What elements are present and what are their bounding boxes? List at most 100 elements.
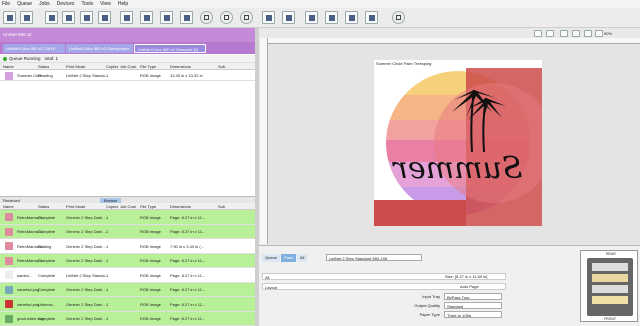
cell-copies: 1 — [106, 243, 109, 249]
cell-mode: Generic 2 Step Dark ... — [66, 287, 107, 293]
cell-status: Complete — [38, 287, 56, 293]
table-row[interactable]: rainefod.png Complete Generic 2 Step Dark … — [0, 282, 255, 297]
send-icon[interactable] — [140, 11, 153, 24]
tab-cmyk[interactable]: UniNet iColor 560 x2 CMYK — [3, 44, 65, 53]
queue-status-bar: Queue Running total: 1 — [0, 55, 255, 63]
column-file-type[interactable]: File Type — [140, 204, 156, 209]
table-row[interactable]: rainefod.png Unknow... Generic 2 Step Dark… — [0, 297, 255, 312]
column-print-mode[interactable]: Print Mode — [66, 204, 85, 209]
zoom-icon[interactable] — [365, 11, 378, 24]
preview-tool-4-icon[interactable] — [572, 30, 580, 37]
all-label: All — [265, 275, 270, 280]
zoom-level[interactable]: 90% — [604, 31, 612, 36]
cell-type: RGB Image — [140, 214, 161, 220]
column-name[interactable]: Name — [3, 204, 14, 209]
menu-tools[interactable]: Tools — [81, 1, 93, 7]
tab-overprint[interactable]: UniNet iColor 560 x2 Overprint [1] — [134, 44, 206, 53]
properties-icon[interactable] — [305, 11, 318, 24]
column-job-cost[interactable]: Job Cost — [120, 204, 136, 209]
column-job-cost[interactable]: Job Cost — [120, 64, 136, 69]
cell-type: RGB Image — [140, 73, 161, 78]
artwork-word: Summer — [392, 151, 523, 186]
column-status[interactable]: Status — [38, 64, 49, 69]
column-dimensions[interactable]: Dimensions — [170, 64, 191, 69]
preview-tool-3-icon[interactable] — [560, 30, 568, 37]
open-icon[interactable] — [3, 11, 16, 24]
table-row[interactable]: sambo... Complete UniNet 2 Step Standa... 1… — [0, 268, 255, 283]
cell-dims: 7.90 in x 3.43 in (... — [170, 243, 205, 249]
artwork-image[interactable]: Summer — [374, 60, 542, 226]
cell-type: RGB Image — [140, 258, 161, 264]
cell-type: RGB Image — [140, 272, 161, 278]
input-tray-select[interactable]: ByPass Tray — [444, 293, 502, 300]
column-file-type[interactable]: File Type — [140, 64, 156, 69]
paper-type-select[interactable]: Thick to 105g — [444, 311, 502, 318]
help-icon[interactable] — [392, 11, 405, 24]
column-sub[interactable]: Sub — [218, 204, 225, 209]
page-size: Size: [8.27 in x 11.69 in] — [445, 274, 488, 279]
printer-icon[interactable] — [325, 11, 338, 24]
cell-dims: Page: 8.27 in x 11... — [170, 272, 206, 278]
tab-all[interactable]: All — [296, 254, 308, 262]
stop-icon[interactable] — [220, 11, 233, 24]
column-copies[interactable]: Copies — [106, 64, 118, 69]
menu-devices[interactable]: Devices — [57, 1, 75, 7]
table-row[interactable]: Summer Circl... Pending UniNet 2 Step Stan… — [0, 70, 255, 81]
cell-dims: Page: 8.27 in x 11... — [170, 214, 206, 220]
cell-name: rainefod.png — [17, 287, 40, 293]
table-row[interactable]: good.witee.svg Complete Generic 2 Step Dar… — [0, 311, 255, 326]
print-mode-select[interactable]: UniNet 2 Step Standard 560-156 — [326, 254, 422, 261]
tab-queue[interactable]: Queue — [262, 254, 281, 262]
pause-icon[interactable] — [160, 11, 173, 24]
cancel-icon[interactable] — [240, 11, 253, 24]
queue-status-label: Queue Running — [9, 56, 41, 61]
preview-tool-2-icon[interactable] — [546, 30, 554, 37]
delete-icon[interactable] — [200, 11, 213, 24]
duplicate-icon[interactable] — [98, 11, 111, 24]
column-print-mode[interactable]: Print Mode — [66, 64, 85, 69]
menu-jobs[interactable]: Jobs — [39, 1, 50, 7]
cell-mode: Generic 2 Step Dark ... — [66, 229, 107, 235]
column-dimensions[interactable]: Dimensions — [170, 204, 191, 209]
cell-name: rainefod.png — [17, 301, 40, 307]
tab-pass[interactable]: Pass — [281, 254, 296, 262]
table-row[interactable]: RetroMamaGi... Complete Generic 2 Step Dar… — [0, 224, 255, 239]
file-thumbnail-icon — [5, 300, 13, 309]
cell-dims: 13.35 in x 13.32 in — [170, 73, 203, 78]
column-sub[interactable]: Sub — [218, 64, 225, 69]
queue-title: UniNet 560 x2 — [3, 32, 32, 37]
column-status[interactable]: Status — [38, 204, 49, 209]
table-row[interactable]: RetroMamaGi... Complete Generic 2 Step Dar… — [0, 210, 255, 225]
input-tray-label: Input Tray — [422, 294, 440, 299]
cell-name: sambo... — [17, 272, 33, 278]
column-copies[interactable]: Copies — [106, 204, 118, 209]
move-up-icon[interactable] — [62, 11, 75, 24]
table-row[interactable]: RetroMamaGi... Complete Generic 2 Step Dar… — [0, 253, 255, 268]
move-down-icon[interactable] — [80, 11, 93, 24]
print-icon[interactable] — [45, 11, 58, 24]
cell-mode: UniNet 2 Step Standa... — [66, 73, 109, 78]
table-row[interactable]: RetroMamaGi... Waiting Generic 2 Step Dark… — [0, 239, 255, 254]
preview-tool-1-icon[interactable] — [534, 30, 542, 37]
menu-help[interactable]: Help — [118, 1, 128, 7]
queue-icon[interactable] — [262, 11, 275, 24]
menu-file[interactable]: File — [2, 1, 10, 7]
tab-oversprayer[interactable]: UniNet iColor 560 x2 Oversprayer — [66, 44, 133, 53]
layout-value[interactable]: Auto Page — [460, 284, 479, 289]
color-icon[interactable] — [345, 11, 358, 24]
layout-icon[interactable] — [282, 11, 295, 24]
rip-icon[interactable] — [120, 11, 133, 24]
column-name[interactable]: Name — [3, 64, 14, 69]
hold-icon[interactable] — [180, 11, 193, 24]
preview-tool-6-icon[interactable] — [595, 30, 603, 37]
cell-type: RGB Image — [140, 301, 161, 307]
toolbar — [0, 8, 640, 28]
menu-view[interactable]: View — [100, 1, 111, 7]
cell-mode: Generic 2 Step Dark ... — [66, 316, 107, 322]
queue-total: total: 1 — [44, 56, 59, 61]
file-thumbnail-icon — [5, 314, 13, 323]
save-icon[interactable] — [20, 11, 33, 24]
menu-queue[interactable]: Queue — [17, 1, 32, 7]
preview-tool-5-icon[interactable] — [584, 30, 592, 37]
output-quality-select[interactable]: Standard — [444, 302, 502, 309]
